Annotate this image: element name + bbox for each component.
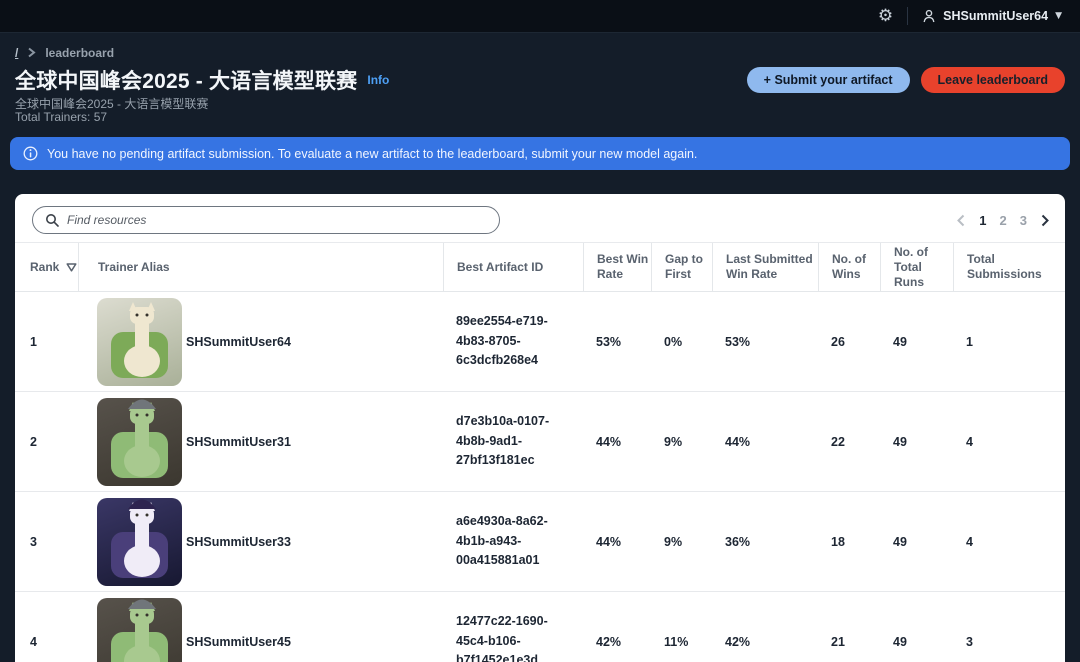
column-header-last-submitted-win-rate: Last Submitted Win Rate bbox=[712, 243, 818, 291]
leave-leaderboard-button[interactable]: Leave leaderboard bbox=[921, 67, 1065, 93]
best-artifact-id-cell: a6e4930a-8a62-4b1b-a943-00a415881a01 bbox=[443, 492, 583, 591]
total-trainers-label: Total Trainers: 57 bbox=[15, 110, 1065, 125]
leaderboard-card: 123 Rank Trainer Alias Best Artifact ID … bbox=[15, 194, 1065, 662]
llama-avatar-icon bbox=[97, 498, 182, 586]
trainer-avatar bbox=[97, 598, 182, 662]
llama-avatar-icon bbox=[97, 398, 182, 486]
gap-to-first-cell: 11% bbox=[651, 592, 712, 662]
no-of-wins-cell: 26 bbox=[818, 292, 880, 391]
sort-filter-icon[interactable] bbox=[66, 263, 77, 272]
topbar-divider bbox=[907, 7, 908, 25]
best-artifact-id-cell: 12477c22-1690-45c4-b106-b7f1452e1e3d bbox=[443, 592, 583, 662]
page-title: 全球中国峰会2025 - 大语言模型联赛 bbox=[15, 65, 357, 95]
gap-to-first-cell: 0% bbox=[651, 292, 712, 391]
total-submissions-cell: 1 bbox=[953, 292, 1065, 391]
no-of-total-runs-cell: 49 bbox=[880, 592, 953, 662]
pagination-page-3[interactable]: 3 bbox=[1020, 213, 1027, 228]
column-header-total-submissions: Total Submissions bbox=[953, 243, 1065, 291]
trainer-cell: SHSummitUser64 bbox=[78, 292, 443, 391]
chevron-right-icon bbox=[27, 47, 36, 58]
rank-cell: 1 bbox=[15, 292, 78, 391]
rank-cell: 3 bbox=[15, 492, 78, 591]
gap-to-first-cell: 9% bbox=[651, 492, 712, 591]
trainer-alias-label: SHSummitUser31 bbox=[184, 435, 291, 449]
llama-avatar-icon bbox=[97, 298, 182, 386]
total-submissions-cell: 4 bbox=[953, 392, 1065, 491]
page-subtitle: 全球中国峰会2025 - 大语言模型联赛 bbox=[15, 95, 1065, 110]
table-row[interactable]: 2 SHSummitUser31 d7e3b10a-0107-4b8b-9ad1… bbox=[15, 392, 1065, 492]
trainer-avatar bbox=[97, 298, 182, 386]
best-win-rate-cell: 42% bbox=[583, 592, 651, 662]
last-submitted-win-rate-cell: 36% bbox=[712, 492, 818, 591]
no-of-wins-cell: 18 bbox=[818, 492, 880, 591]
table-toolbar: 123 bbox=[32, 206, 1050, 234]
trainer-cell: SHSummitUser45 bbox=[78, 592, 443, 662]
no-of-total-runs-cell: 49 bbox=[880, 292, 953, 391]
column-header-trainer-alias: Trainer Alias bbox=[78, 243, 443, 291]
column-header-best-win-rate: Best Win Rate bbox=[583, 243, 651, 291]
chevron-down-icon: ▼ bbox=[1055, 11, 1062, 21]
rank-cell: 2 bbox=[15, 392, 78, 491]
best-win-rate-cell: 44% bbox=[583, 492, 651, 591]
pagination-prev-icon[interactable] bbox=[956, 214, 966, 227]
column-header-best-artifact-id: Best Artifact ID bbox=[443, 243, 583, 291]
settings-gear-icon[interactable]: ⚙ bbox=[878, 8, 893, 25]
info-banner: You have no pending artifact submission.… bbox=[10, 137, 1070, 170]
breadcrumb: / leaderboard bbox=[15, 45, 1065, 60]
best-artifact-id-cell: d7e3b10a-0107-4b8b-9ad1-27bf13f181ec bbox=[443, 392, 583, 491]
column-header-no-of-wins: No. of Wins bbox=[818, 243, 880, 291]
info-icon bbox=[23, 146, 38, 161]
rank-cell: 4 bbox=[15, 592, 78, 662]
total-submissions-cell: 3 bbox=[953, 592, 1065, 662]
page-header: / leaderboard 全球中国峰会2025 - 大语言模型联赛 Info … bbox=[0, 33, 1080, 170]
trainer-cell: SHSummitUser31 bbox=[78, 392, 443, 491]
trainer-alias-label: SHSummitUser45 bbox=[184, 635, 291, 649]
table-row[interactable]: 3 SHSummitUser33 a6e4930a-8a62-4b1b-a943… bbox=[15, 492, 1065, 592]
breadcrumb-current: leaderboard bbox=[45, 46, 114, 60]
gap-to-first-cell: 9% bbox=[651, 392, 712, 491]
column-header-rank[interactable]: Rank bbox=[15, 243, 78, 291]
table-row[interactable]: 4 SHSummitUser45 12477c22-1690-45c4-b106… bbox=[15, 592, 1065, 662]
pagination-page-2[interactable]: 2 bbox=[1000, 213, 1007, 228]
search-box[interactable] bbox=[32, 206, 500, 234]
no-of-wins-cell: 21 bbox=[818, 592, 880, 662]
person-icon bbox=[922, 9, 936, 23]
pagination-page-1[interactable]: 1 bbox=[979, 213, 986, 228]
info-link[interactable]: Info bbox=[367, 73, 389, 87]
banner-message: You have no pending artifact submission.… bbox=[47, 147, 697, 161]
column-header-no-of-total-runs: No. of Total Runs bbox=[880, 243, 953, 291]
user-menu[interactable]: SHSummitUser64 ▼ bbox=[922, 9, 1062, 23]
breadcrumb-root-link[interactable]: / bbox=[15, 46, 18, 60]
last-submitted-win-rate-cell: 44% bbox=[712, 392, 818, 491]
table-header-row: Rank Trainer Alias Best Artifact ID Best… bbox=[15, 242, 1065, 292]
last-submitted-win-rate-cell: 42% bbox=[712, 592, 818, 662]
no-of-total-runs-cell: 49 bbox=[880, 492, 953, 591]
trainer-alias-label: SHSummitUser33 bbox=[184, 535, 291, 549]
table-body: 1 SHSummitUser64 89ee2554-e719-4b83-8705… bbox=[15, 292, 1065, 662]
best-win-rate-cell: 53% bbox=[583, 292, 651, 391]
pagination-pages: 123 bbox=[979, 213, 1027, 228]
total-submissions-cell: 4 bbox=[953, 492, 1065, 591]
pagination-next-icon[interactable] bbox=[1040, 214, 1050, 227]
username-label: SHSummitUser64 bbox=[943, 9, 1048, 23]
top-bar: ⚙ SHSummitUser64 ▼ bbox=[0, 0, 1080, 33]
best-win-rate-cell: 44% bbox=[583, 392, 651, 491]
trainer-avatar bbox=[97, 398, 182, 486]
llama-avatar-icon bbox=[97, 598, 182, 662]
trainer-alias-label: SHSummitUser64 bbox=[184, 335, 291, 349]
no-of-total-runs-cell: 49 bbox=[880, 392, 953, 491]
column-header-gap-to-first: Gap to First bbox=[651, 243, 712, 291]
no-of-wins-cell: 22 bbox=[818, 392, 880, 491]
best-artifact-id-cell: 89ee2554-e719-4b83-8705-6c3dcfb268e4 bbox=[443, 292, 583, 391]
pagination: 123 bbox=[956, 213, 1050, 228]
submit-artifact-button[interactable]: + Submit your artifact bbox=[747, 67, 910, 93]
last-submitted-win-rate-cell: 53% bbox=[712, 292, 818, 391]
search-icon bbox=[45, 213, 59, 227]
table-row[interactable]: 1 SHSummitUser64 89ee2554-e719-4b83-8705… bbox=[15, 292, 1065, 392]
trainer-cell: SHSummitUser33 bbox=[78, 492, 443, 591]
search-input[interactable] bbox=[67, 213, 487, 227]
trainer-avatar bbox=[97, 498, 182, 586]
